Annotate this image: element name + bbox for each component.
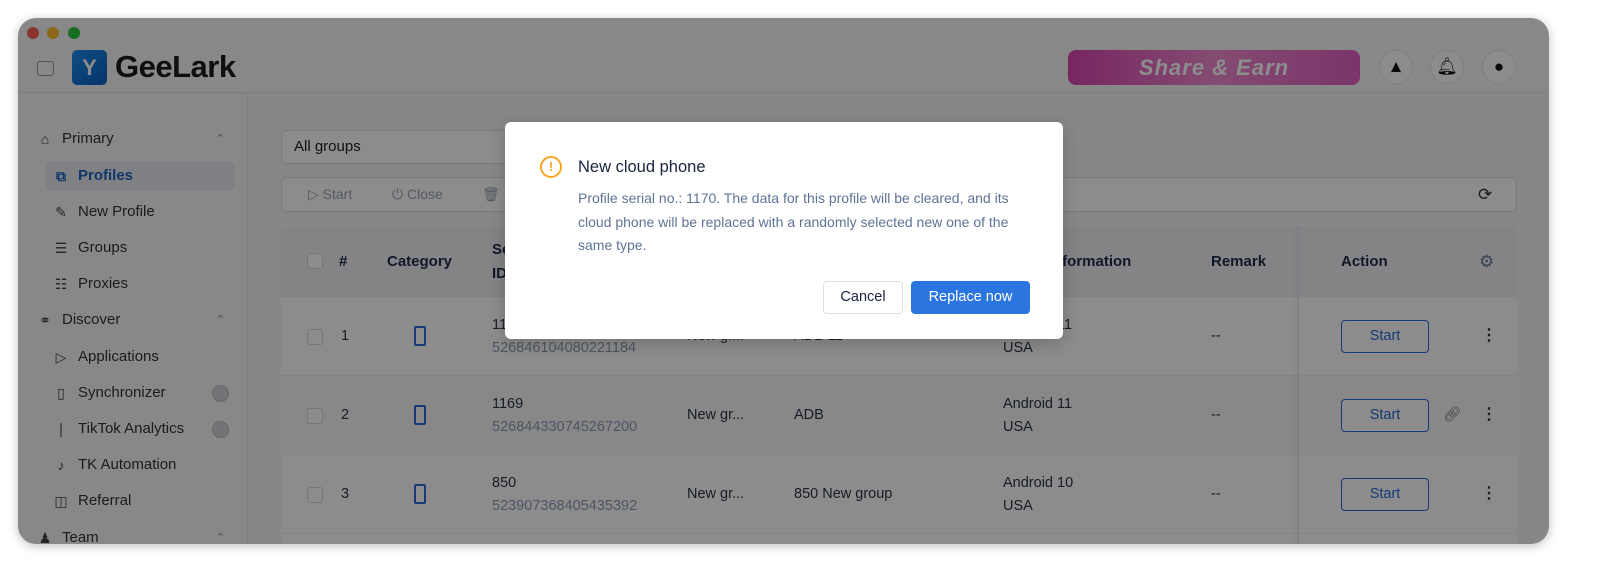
dialog-message: Profile serial no.: 1170. The data for t… [578, 190, 1009, 253]
dialog-title: New cloud phone [578, 158, 706, 176]
new-cloud-phone-dialog: ! New cloud phone Profile serial no.: 11… [505, 122, 1063, 339]
app-window: Y GeeLark Share & Earn ▲ 🔔︎ ● ⌂ Primary ⌃ … [18, 18, 1549, 544]
replace-now-button[interactable]: Replace now [911, 281, 1030, 314]
warning-icon: ! [540, 156, 562, 178]
cancel-button[interactable]: Cancel [823, 281, 903, 314]
